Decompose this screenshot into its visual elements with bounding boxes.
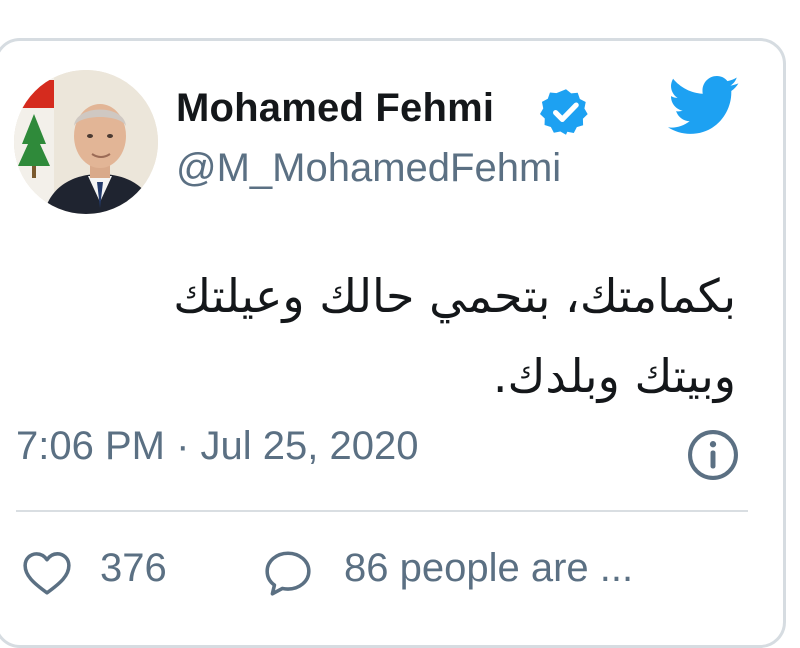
divider (16, 510, 748, 512)
tweet-timestamp[interactable]: 7:06 PM · Jul 25, 2020 (16, 424, 418, 469)
verified-badge-icon (540, 89, 588, 135)
avatar[interactable] (14, 70, 158, 214)
heart-icon[interactable] (22, 550, 72, 596)
like-count[interactable]: 376 (100, 546, 167, 591)
profile-photo (14, 70, 158, 214)
tweet-text-line: وبيتك وبلدك. (492, 349, 736, 403)
reply-count-text[interactable]: 86 people are ... (344, 546, 633, 591)
speech-bubble-icon[interactable] (262, 548, 314, 598)
info-icon[interactable] (686, 428, 740, 482)
tweet-text-line: بكمامتك، بتحمي حالك وعيلتك (173, 269, 736, 323)
twitter-bird-icon[interactable] (668, 76, 740, 136)
tweet-text: بكمامتك، بتحمي حالك وعيلتك وبيتك وبلدك. (36, 256, 736, 416)
display-name[interactable]: Mohamed Fehmi (176, 86, 494, 131)
user-handle[interactable]: @M_MohamedFehmi (176, 146, 561, 191)
